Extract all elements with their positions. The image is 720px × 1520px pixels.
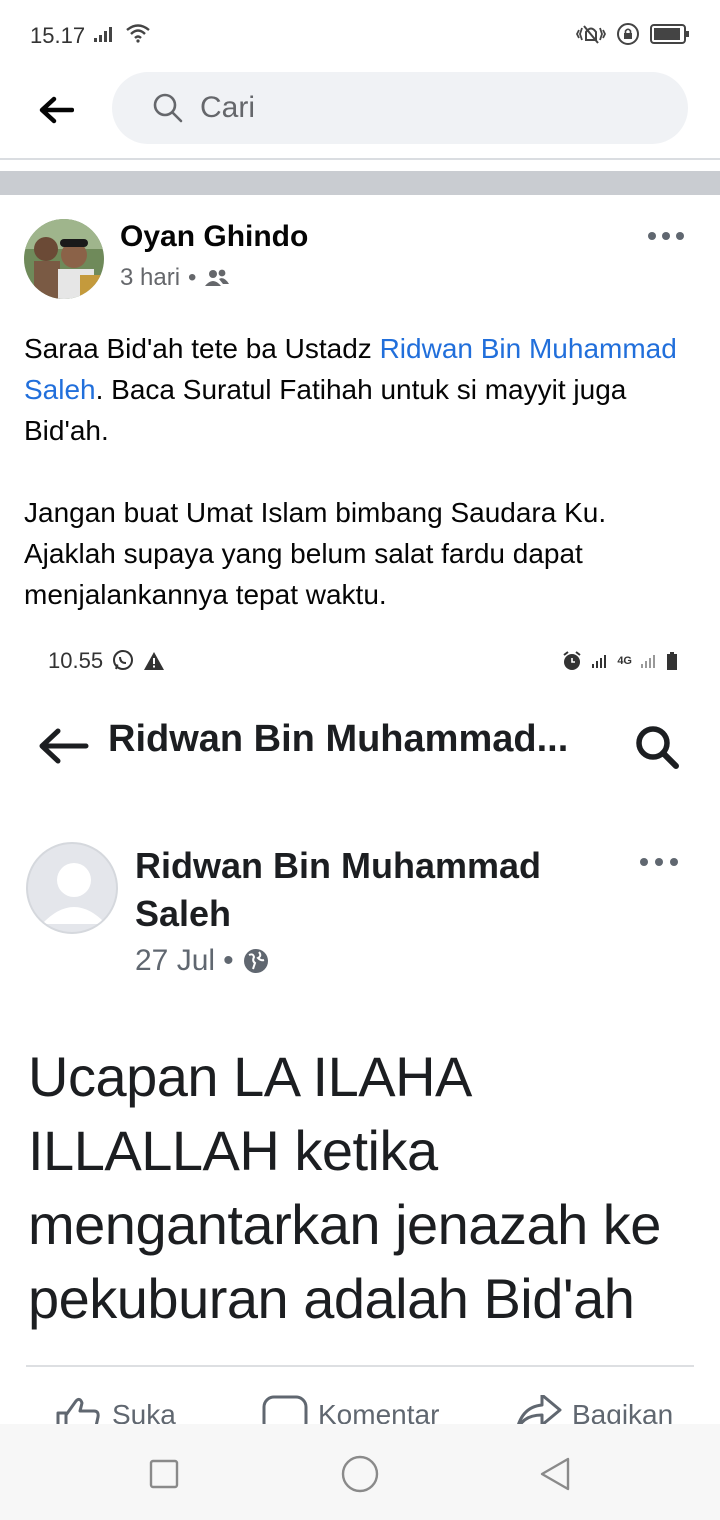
alarm-icon xyxy=(563,651,581,670)
arrow-left-icon xyxy=(39,96,74,124)
status-bar: 15.17 xyxy=(0,0,720,72)
recents-square-icon xyxy=(149,1459,179,1489)
feed-separator xyxy=(0,171,720,195)
network-type-label: 4G xyxy=(617,655,632,667)
author-avatar[interactable] xyxy=(24,219,104,299)
post-paragraph-2: Jangan buat Umat Islam bimbang Saudara K… xyxy=(24,497,607,610)
post-time[interactable]: 3 hari xyxy=(120,264,180,292)
signal-icon xyxy=(641,655,655,668)
paragraph-text: . Baca Suratul Fatihah untuk si mayyit j… xyxy=(24,374,627,446)
embedded-divider xyxy=(26,1365,694,1367)
embedded-arrow-left-icon xyxy=(39,728,89,764)
post-more-button[interactable] xyxy=(648,224,684,248)
search-bar[interactable] xyxy=(112,72,688,144)
embedded-post-meta: 27 Jul • xyxy=(135,944,270,978)
more-dot-icon xyxy=(670,858,678,866)
post-meta: 3 hari • xyxy=(120,264,230,292)
embedded-default-avatar xyxy=(26,842,118,934)
recents-button[interactable] xyxy=(144,1454,184,1494)
meta-separator: • xyxy=(188,264,197,291)
post-text: Saraa Bid'ah tete ba Ustadz Ridwan Bin M… xyxy=(24,328,704,656)
meta-separator: • xyxy=(223,944,234,977)
wifi-icon xyxy=(125,23,151,49)
search-icon xyxy=(153,93,183,123)
system-back-button[interactable] xyxy=(536,1454,576,1494)
more-dot-icon xyxy=(676,232,684,240)
signal-icon xyxy=(93,23,117,49)
warning-icon xyxy=(144,652,165,670)
post-author-name[interactable]: Oyan Ghindo xyxy=(120,220,308,254)
vibrate-icon xyxy=(575,23,607,50)
embedded-post-date: 27 Jul xyxy=(135,944,216,977)
post-paragraph-1: Saraa Bid'ah tete ba Ustadz Ridwan Bin M… xyxy=(24,328,704,451)
embedded-post-body: Ucapan LA ILAHA ILLALLAH ketika menganta… xyxy=(28,1045,661,1330)
more-dot-icon xyxy=(640,858,648,866)
embedded-page-title: Ridwan Bin Muhammad... xyxy=(108,718,569,760)
post-image[interactable]: 10.55 4G Ridwan Bin Muhammad... Ridwan B… xyxy=(0,630,720,1367)
back-button[interactable] xyxy=(36,92,76,128)
header-divider xyxy=(0,158,720,160)
embedded-status-bar: 10.55 4G xyxy=(48,646,678,676)
more-dot-icon xyxy=(648,232,656,240)
paragraph-text: Saraa Bid'ah tete ba Ustadz xyxy=(24,333,380,364)
signal-icon xyxy=(592,655,607,668)
more-dot-icon xyxy=(662,232,670,240)
back-triangle-icon xyxy=(540,1457,570,1491)
embedded-more-icon xyxy=(640,855,678,869)
system-navigation-bar xyxy=(0,1424,720,1520)
globe-icon xyxy=(243,949,268,973)
embedded-search-icon xyxy=(636,726,679,769)
more-dot-icon xyxy=(655,858,663,866)
status-time: 15.17 xyxy=(30,23,86,48)
lock-rotation-icon xyxy=(616,22,640,51)
embedded-author-name: Ridwan Bin Muhammad Saleh xyxy=(135,845,542,934)
search-input[interactable] xyxy=(200,91,620,125)
whatsapp-icon xyxy=(113,650,134,670)
search-header xyxy=(0,72,720,158)
battery-icon xyxy=(667,652,677,670)
home-button[interactable] xyxy=(340,1454,380,1494)
battery-icon xyxy=(650,23,690,50)
home-circle-icon xyxy=(341,1455,379,1493)
friends-icon xyxy=(205,269,230,286)
embedded-status-time: 10.55 xyxy=(48,648,104,673)
